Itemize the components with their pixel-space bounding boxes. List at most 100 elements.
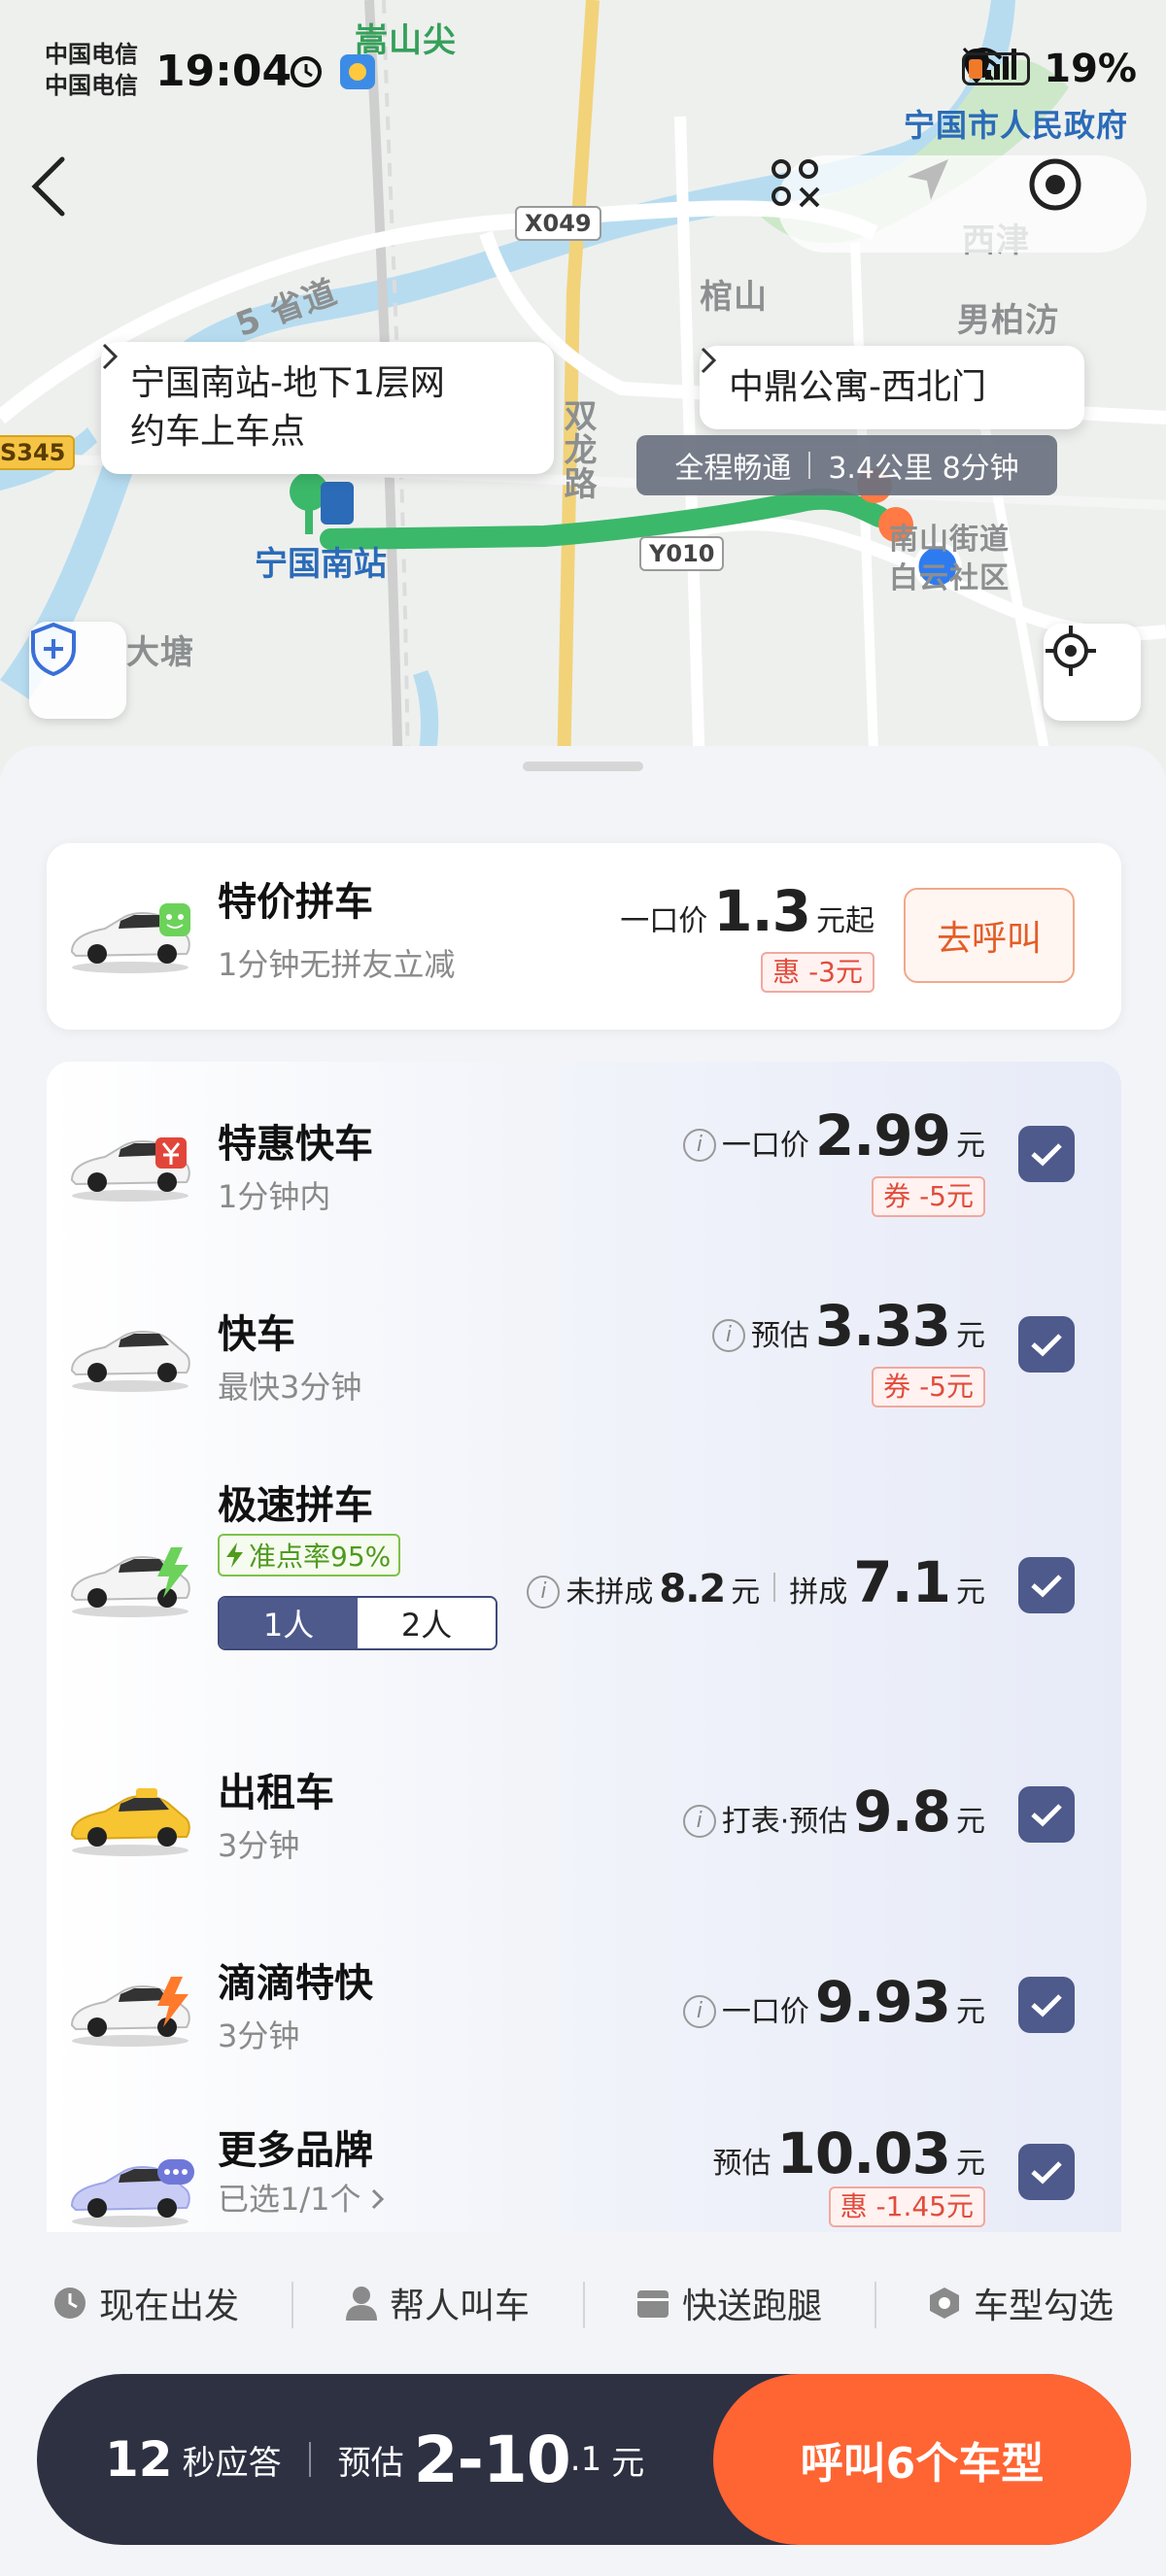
crosshair-icon [1046,626,1096,676]
price-unit: 元起 [816,904,874,938]
ride-subtitle: 已选1/1个 [218,2181,361,2218]
back-arrow-icon [31,156,65,217]
target-button[interactable] [1026,155,1123,253]
brand-selection-link[interactable]: 已选1/1个 [218,2175,385,2220]
chevron-right-icon [371,2188,384,2210]
chevron-right-icon [102,343,119,370]
locate-me-button[interactable] [1044,624,1141,721]
ride-subtitle: 3分钟 [218,1827,300,1864]
checkmark-icon [1031,1994,1062,2017]
lightning-icon [226,1542,243,1568]
info-icon[interactable]: i [682,1128,716,1162]
ride-type-list: 特惠快车 1分钟内 i 一口价 2.99 元 券 -5元 快车 最快3分钟 i … [47,1062,1121,2232]
passenger-count-toggle[interactable]: 1人 2人 [218,1596,497,1650]
bottom-call-bar: 12 秒应答 预估 2-10 .1 元 呼叫6个车型 [37,2374,1131,2545]
call-featured-button[interactable]: 去呼叫 [904,888,1075,983]
shield-icon [31,622,76,676]
ride-row-tehui[interactable]: 特惠快车 1分钟内 i 一口价 2.99 元 券 -5元 [47,1062,1121,1252]
pickup-point-bubble[interactable]: 宁国南站-地下1层网 约车上车点 [101,342,554,474]
ride-checkbox[interactable] [1018,1126,1075,1182]
chevron-right-icon [701,347,717,374]
price-value: 3.33 [814,1293,951,1359]
price-label: 一口价 [721,1995,809,2029]
ride-row-more-brands[interactable]: 更多品牌 已选1/1个 预估 10.03 元 惠 -1.45元 [47,2105,1121,2232]
ride-row-jisu-pinche[interactable]: 极速拼车 准点率95% 1人 2人 i 未拼成 8.2 元 拼成 7.1 元 [47,1442,1121,1724]
road-badge: S345 [0,435,76,470]
ride-checkbox[interactable] [1018,2144,1075,2200]
ride-price: i 一口价 2.99 元 [682,1102,985,1169]
route-status: 全程畅通 [674,452,792,486]
price-value: 1.3 [713,878,811,944]
discount-badge: 惠 -1.45元 [828,2186,985,2227]
checkmark-icon [1031,1804,1062,1827]
ride-row-tekuai[interactable]: 滴滴特快 3分钟 i 一口价 9.93 元 [47,1915,1121,2105]
ride-title: 更多品牌 [218,2128,373,2173]
call-cars-button[interactable]: 呼叫6个车型 [713,2374,1131,2545]
featured-ride-card[interactable]: 特价拼车 1分钟无拼友立减 一口价 1.3 元起 惠 -3元 去呼叫 [47,843,1121,1030]
delivery-option[interactable]: 快送跑腿 [583,2278,874,2328]
price-label: 打表·预估 [721,1805,848,1839]
price-label: 预估 [750,1319,809,1353]
status-indicators: 19% [962,47,1137,91]
ride-checkbox[interactable] [1018,1316,1075,1373]
passenger-2-option[interactable]: 2人 [358,1598,496,1648]
ride-title: 出租车 [218,1771,334,1815]
destination-bubble[interactable]: 中鼎公寓-西北门 [700,346,1084,429]
map-view[interactable]: 嵩山尖 宁国市人民政府 西津 棺山 男柏汸 5 省道 双龙路 大塘 南山街道 白… [0,0,1166,777]
status-time: 19:04 [155,47,292,96]
carrier-info: 中国电信 中国电信 [45,39,138,101]
option-label: 快送跑腿 [681,2287,822,2326]
safety-button[interactable] [29,622,126,719]
price-unit: 元 [731,1576,761,1610]
weather-icon [340,54,375,89]
sheet-drag-handle[interactable] [523,762,643,771]
pickup-line-1: 宁国南站-地下1层网 [130,363,445,403]
car-type-select-option[interactable]: 车型勾选 [874,2278,1166,2328]
divider [808,452,811,479]
road-badge: X049 [515,206,601,241]
battery-percent: 19% [1044,47,1137,91]
trip-options-bar: 现在出发 帮人叫车 快送跑腿 车型勾选 [0,2232,1166,2374]
matched-price: 7.1 [853,1549,951,1615]
info-icon[interactable]: i [682,1994,716,2028]
scan-icon [772,159,820,208]
ride-row-kuaiche[interactable]: 快车 最快3分钟 i 预估 3.33 元 券 -5元 [47,1252,1121,1442]
battery-icon [962,52,1031,85]
discount-badge: 惠 -3元 [761,952,874,993]
ride-title: 特价拼车 [218,880,373,925]
scan-button[interactable] [768,155,865,253]
call-for-others-option[interactable]: 帮人叫车 [292,2278,583,2328]
carrier-2: 中国电信 [45,72,138,99]
info-icon[interactable]: i [711,1318,745,1352]
navigate-button[interactable] [904,155,1001,253]
info-icon[interactable]: i [527,1575,561,1609]
price-label: 预估 [712,2147,772,2181]
depart-time-option[interactable]: 现在出发 [0,2278,292,2328]
price-unit: 元 [956,1576,985,1610]
ride-checkbox[interactable] [1018,1557,1075,1613]
ride-checkbox[interactable] [1018,1786,1075,1843]
price-range: 2-10 [413,2422,571,2497]
info-icon[interactable]: i [682,1804,716,1838]
map-label: 双龙路 [558,398,597,500]
car-discount-icon [70,1137,190,1202]
passenger-1-option[interactable]: 1人 [220,1598,358,1648]
price-unit: 元 [956,1805,985,1839]
price-unit: 元 [611,2443,645,2483]
ride-subtitle: 1分钟无拼友立减 [218,946,456,983]
alarm-icon [291,56,322,87]
ride-row-taxi[interactable]: 出租车 3分钟 i 打表·预估 9.8 元 [47,1724,1121,1915]
ride-checkbox[interactable] [1018,1977,1075,2033]
ride-title: 极速拼车 [218,1483,373,1528]
price-unit: 元 [956,1129,985,1163]
car-pool-icon [70,903,190,973]
box-icon [636,2290,669,2318]
punctuality-text: 准点率95% [249,1541,392,1573]
ride-subtitle: 最快3分钟 [218,1369,362,1406]
car-more-brands-icon [70,2159,194,2227]
back-button[interactable] [29,155,97,243]
checkmark-icon [1031,2161,1062,2185]
car-express-icon [70,1331,190,1392]
ride-options-sheet[interactable]: 特价拼车 1分钟无拼友立减 一口价 1.3 元起 惠 -3元 去呼叫 特惠快车 … [0,746,1166,2232]
navigation-arrow-icon [908,159,948,200]
